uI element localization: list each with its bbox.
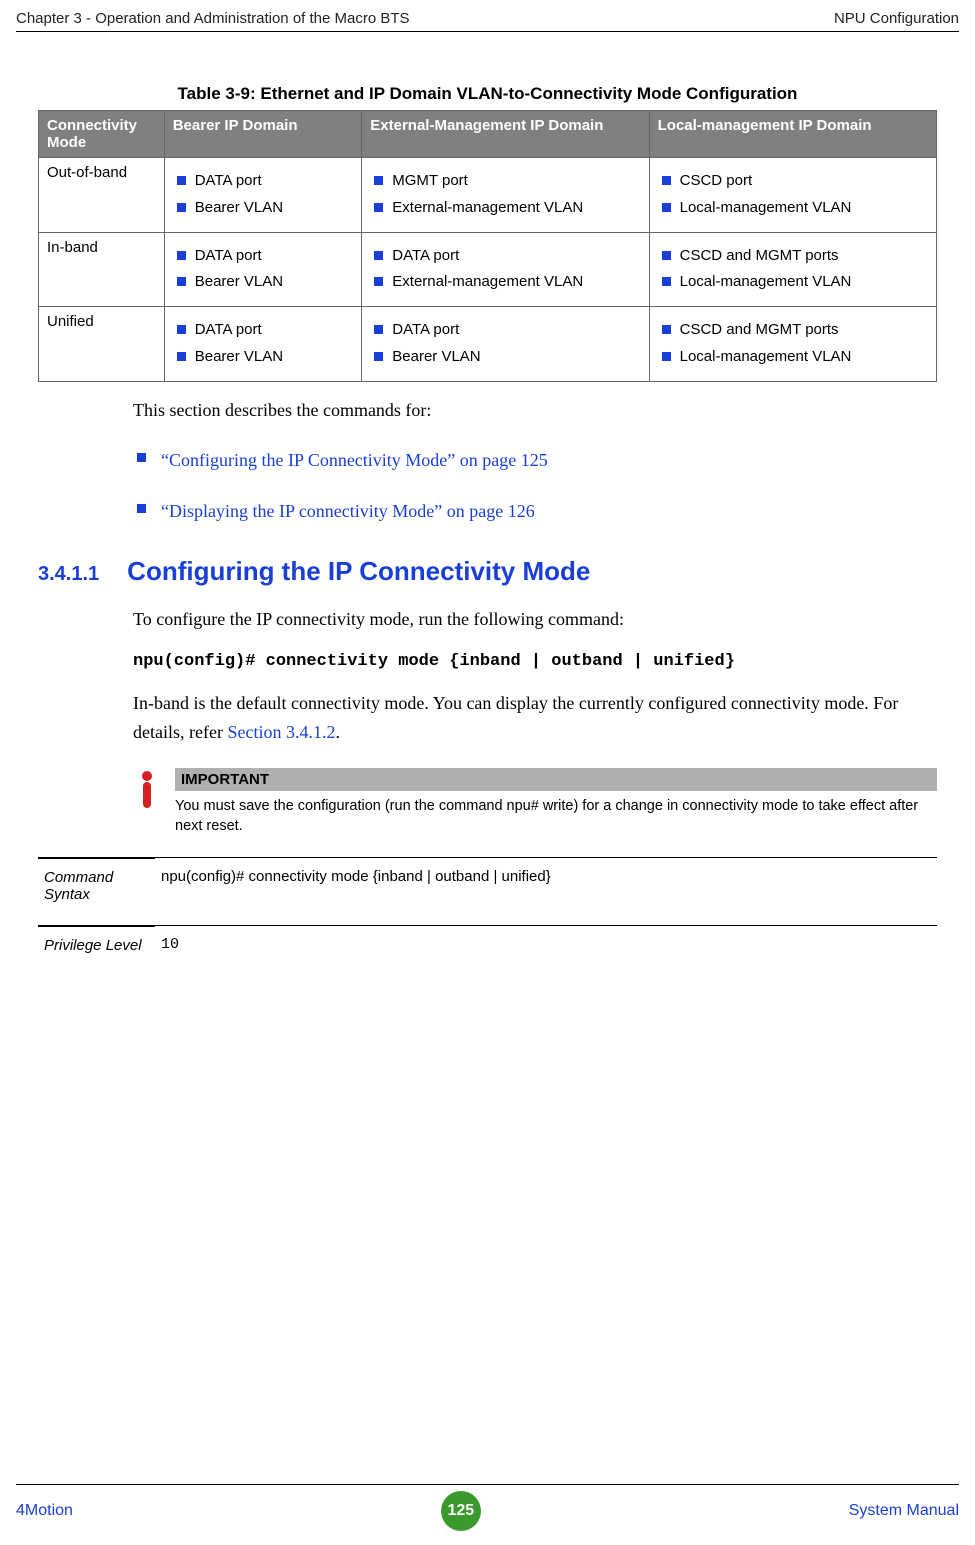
table-header-row: Connectivity Mode Bearer IP Domain Exter… <box>39 111 937 158</box>
command-line: npu(config)# connectivity mode {inband |… <box>133 648 937 675</box>
section-heading: 3.4.1.1 Configuring the IP Connectivity … <box>38 556 937 587</box>
important-title: IMPORTANT <box>175 768 937 791</box>
privilege-level-label: Privilege Level <box>38 926 155 976</box>
col-connectivity-mode: Connectivity Mode <box>39 111 165 158</box>
table-caption: Table 3-9: Ethernet and IP Domain VLAN-t… <box>38 84 937 104</box>
list-item: External-management VLAN <box>370 273 640 292</box>
list-item: DATA port <box>370 247 640 266</box>
page-number: 125 <box>441 1491 481 1531</box>
list-item: Bearer VLAN <box>173 348 354 367</box>
important-callout: IMPORTANT You must save the configuratio… <box>133 768 937 836</box>
important-text: You must save the configuration (run the… <box>175 797 937 836</box>
section-number: 3.4.1.1 <box>38 563 99 586</box>
table-row: Out-of-band DATA port Bearer VLAN MGMT p… <box>39 158 937 233</box>
list-item: CSCD and MGMT ports <box>658 247 928 266</box>
list-item: DATA port <box>173 172 354 191</box>
page-header: Chapter 3 - Operation and Administration… <box>16 10 959 32</box>
command-syntax-row: Command Syntax npu(config)# connectivity… <box>38 858 937 926</box>
footer-left: 4Motion <box>16 1502 73 1520</box>
list-item: DATA port <box>173 247 354 266</box>
bearer-cell: DATA port Bearer VLAN <box>164 232 362 307</box>
table-row: In-band DATA port Bearer VLAN DATA port … <box>39 232 937 307</box>
col-external-mgmt-ip: External-Management IP Domain <box>362 111 649 158</box>
mode-cell: Unified <box>39 307 165 382</box>
local-mgmt-cell: CSCD and MGMT ports Local-management VLA… <box>649 307 936 382</box>
important-icon <box>133 768 161 836</box>
ext-mgmt-cell: DATA port Bearer VLAN <box>362 307 649 382</box>
list-item: DATA port <box>173 321 354 340</box>
list-item: Bearer VLAN <box>370 348 640 367</box>
local-mgmt-cell: CSCD and MGMT ports Local-management VLA… <box>649 232 936 307</box>
command-syntax-label: Command Syntax <box>38 858 155 926</box>
bearer-cell: DATA port Bearer VLAN <box>164 158 362 233</box>
paragraph: To configure the IP connectivity mode, r… <box>133 605 937 634</box>
page-footer: 4Motion 125 System Manual <box>16 1484 959 1531</box>
list-item: Local-management VLAN <box>658 199 928 218</box>
list-item: CSCD and MGMT ports <box>658 321 928 340</box>
xref-link[interactable]: “Configuring the IP Connectivity Mode” o… <box>133 446 937 475</box>
page-content: Table 3-9: Ethernet and IP Domain VLAN-t… <box>38 60 937 976</box>
list-item: MGMT port <box>370 172 640 191</box>
footer-right: System Manual <box>849 1502 959 1520</box>
col-local-mgmt-ip: Local-management IP Domain <box>649 111 936 158</box>
local-mgmt-cell: CSCD port Local-management VLAN <box>649 158 936 233</box>
list-item: Bearer VLAN <box>173 199 354 218</box>
xref-text: “Displaying the IP connectivity Mode” on… <box>161 501 535 521</box>
section-ref-link[interactable]: Section 3.4.1.2 <box>227 722 335 742</box>
header-right: NPU Configuration <box>834 10 959 27</box>
ext-mgmt-cell: DATA port External-management VLAN <box>362 232 649 307</box>
privilege-level-value: 10 <box>155 926 937 976</box>
list-item: External-management VLAN <box>370 199 640 218</box>
section-title: Configuring the IP Connectivity Mode <box>127 556 590 587</box>
ext-mgmt-cell: MGMT port External-management VLAN <box>362 158 649 233</box>
command-syntax-value: npu(config)# connectivity mode {inband |… <box>155 858 937 926</box>
command-syntax-block: Command Syntax npu(config)# connectivity… <box>38 857 937 976</box>
xref-text: “Configuring the IP Connectivity Mode” o… <box>161 450 548 470</box>
vlan-connectivity-table: Connectivity Mode Bearer IP Domain Exter… <box>38 110 937 382</box>
list-item: CSCD port <box>658 172 928 191</box>
header-left: Chapter 3 - Operation and Administration… <box>16 10 410 27</box>
paragraph: In-band is the default connectivity mode… <box>133 689 937 747</box>
bearer-cell: DATA port Bearer VLAN <box>164 307 362 382</box>
intro-paragraph: This section describes the commands for: <box>133 396 937 425</box>
col-bearer-ip: Bearer IP Domain <box>164 111 362 158</box>
list-item: Local-management VLAN <box>658 273 928 292</box>
mode-cell: Out-of-band <box>39 158 165 233</box>
list-item: Bearer VLAN <box>173 273 354 292</box>
xref-link[interactable]: “Displaying the IP connectivity Mode” on… <box>133 497 937 526</box>
list-item: DATA port <box>370 321 640 340</box>
mode-cell: In-band <box>39 232 165 307</box>
text: . <box>335 722 340 742</box>
privilege-level-row: Privilege Level 10 <box>38 926 937 976</box>
table-row: Unified DATA port Bearer VLAN DATA port … <box>39 307 937 382</box>
list-item: Local-management VLAN <box>658 348 928 367</box>
